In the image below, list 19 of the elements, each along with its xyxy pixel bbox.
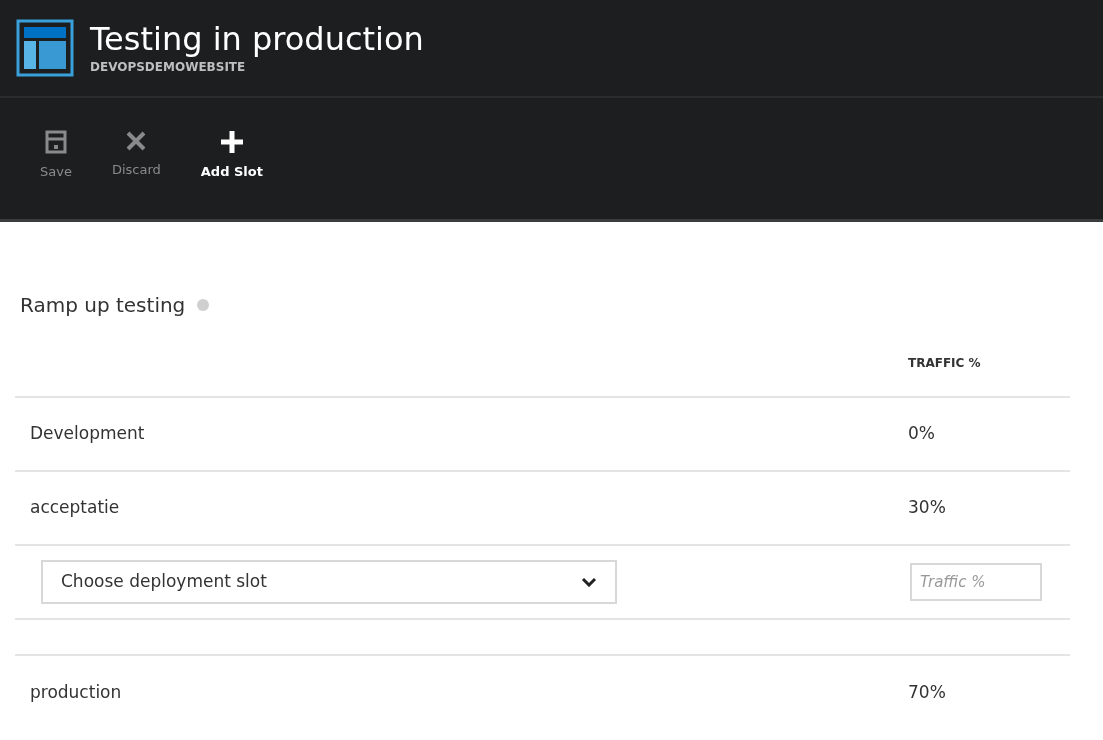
chevron-down-icon [581, 577, 597, 587]
slot-dropdown[interactable]: Choose deployment slot [41, 560, 617, 604]
traffic-input[interactable]: Traffic % [910, 563, 1042, 601]
blade-title: Testing in production [90, 20, 424, 58]
traffic-value: 70% [908, 681, 947, 705]
slot-name: production [30, 681, 122, 705]
traffic-value: 0% [908, 422, 936, 446]
toolbar-button[interactable]: Add Slot [200, 130, 263, 182]
blade-icon [16, 19, 74, 77]
traffic-value: 30% [908, 496, 947, 520]
column-header: TRAFFIC % [908, 355, 982, 372]
section-title: Ramp up testing [20, 292, 186, 319]
plus-icon [219, 130, 244, 154]
slot-name: Development [30, 422, 145, 446]
save-icon [44, 130, 67, 154]
close-icon [125, 130, 148, 152]
info-icon [197, 299, 210, 311]
slot-name: acceptatie [30, 496, 120, 520]
blade-subtitle: DEVOPSDEMOWEBSITE [90, 59, 247, 76]
